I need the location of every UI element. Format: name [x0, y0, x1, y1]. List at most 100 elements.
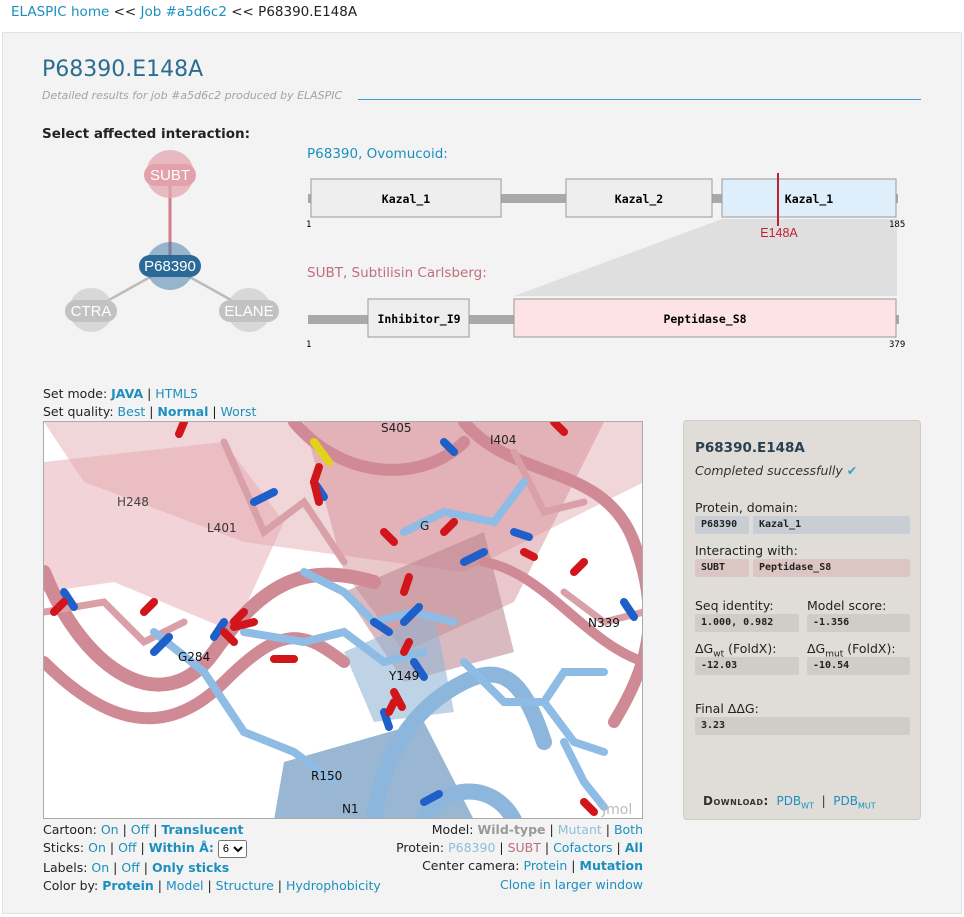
final-ddg-field: 3.23 — [695, 717, 910, 735]
domain-inhibitor-i9[interactable]: Inhibitor_I9 — [367, 298, 470, 338]
protein1-start: 1 — [306, 220, 311, 230]
check-icon: ✔ — [846, 463, 858, 478]
molecule-render: S405 H248 I404 L401 G G284 Y149 N339 R15… — [44, 422, 642, 818]
labels-on[interactable]: On — [91, 860, 109, 875]
download-pdb-mut[interactable]: PDBMUT — [833, 794, 875, 810]
protein-row: Protein: P68390 | SUBT | Cofactors | All — [396, 840, 643, 855]
structure-viewer[interactable]: S405 H248 I404 L401 G G284 Y149 N339 R15… — [43, 421, 643, 819]
residue-label: G284 — [178, 650, 210, 664]
final-ddg-label: Final ΔΔG: — [695, 701, 759, 716]
iw-domain-field: Peptidase_S8 — [753, 559, 910, 577]
node-elane-label: ELANE — [224, 303, 273, 320]
protein1-link[interactable]: P68390 — [307, 146, 358, 162]
domain-kazal2[interactable]: Kazal_2 — [565, 178, 713, 218]
node-p68390-label: P68390 — [144, 258, 196, 275]
download-row: Download: PDBWT | PDBMUT — [703, 794, 876, 811]
breadcrumb-sep: << — [109, 4, 141, 20]
model-mutant[interactable]: Mutant — [558, 822, 602, 837]
clone-row: Clone in larger window — [500, 877, 643, 892]
cartoon-on[interactable]: On — [101, 822, 119, 837]
protein-cofactors[interactable]: Cofactors — [553, 840, 613, 855]
svg-text:Kazal_2: Kazal_2 — [615, 192, 663, 207]
quality-normal[interactable]: Normal — [157, 404, 208, 419]
within-distance-select[interactable]: 6 — [217, 840, 247, 858]
residue-label: S405 — [381, 422, 412, 435]
svg-text:Kazal_1: Kazal_1 — [785, 192, 834, 207]
labels-row: Labels: On | Off | Only sticks — [43, 860, 230, 875]
card-title: P68390.E148A — [695, 440, 805, 456]
protein2-name: , Subtilisin Carlsberg: — [342, 265, 487, 281]
cartoon-translucent[interactable]: Translucent — [161, 822, 243, 837]
protein2-end: 379 — [889, 340, 905, 350]
protein2-title: SUBT, Subtilisin Carlsberg: — [307, 265, 487, 281]
node-ctra-label: CTRA — [71, 303, 112, 320]
download-pdb-wt[interactable]: PDBWT — [776, 794, 814, 810]
breadcrumb-current: P68390.E148A — [258, 4, 358, 20]
protein1-title: P68390, Ovomucoid: — [307, 146, 448, 162]
page-subtitle: Detailed results for job #a5d6c2 produce… — [42, 89, 343, 102]
node-elane[interactable]: ELANE — [219, 288, 279, 332]
job-link[interactable]: Job #a5d6c2 — [141, 4, 227, 20]
protein1-name: , Ovomucoid: — [358, 146, 448, 162]
protein-all[interactable]: All — [625, 840, 643, 855]
model-score-field: -1.356 — [807, 614, 910, 632]
mode-java[interactable]: JAVA — [111, 386, 143, 401]
protein-p68390[interactable]: P68390 — [448, 840, 495, 855]
protein2-link[interactable]: SUBT — [307, 265, 343, 281]
labels-off[interactable]: Off — [121, 860, 139, 875]
protein1-end: 185 — [889, 220, 905, 230]
sticks-off[interactable]: Off — [118, 840, 136, 855]
quality-row: Set quality: Best | Normal | Worst — [43, 404, 257, 419]
sticks-row: Sticks: On | Off | Within Å: 6 — [43, 840, 247, 858]
download-label: Download: — [703, 794, 769, 808]
labels-only-sticks[interactable]: Only sticks — [152, 860, 229, 875]
interacting-label: Interacting with: — [695, 543, 798, 558]
domain-peptidase-s8[interactable]: Peptidase_S8 — [513, 298, 897, 338]
camera-mutation[interactable]: Mutation — [580, 858, 644, 873]
domain-kazal1-b[interactable]: Kazal_1 — [721, 178, 897, 218]
quality-worst[interactable]: Worst — [221, 404, 257, 419]
color-row: Color by: Protein | Model | Structure | … — [43, 878, 381, 893]
pd-protein-field: P68390 — [695, 516, 749, 534]
color-structure[interactable]: Structure — [216, 878, 274, 893]
dg-mut-field: -10.54 — [807, 657, 910, 675]
residue-label: R150 — [311, 769, 342, 783]
residue-label: L401 — [207, 521, 237, 535]
cartoon-off[interactable]: Off — [131, 822, 149, 837]
mode-html5[interactable]: HTML5 — [155, 386, 198, 401]
color-model[interactable]: Model — [166, 878, 204, 893]
title-rule — [358, 99, 921, 100]
camera-protein[interactable]: Protein — [524, 858, 568, 873]
seq-identity-field: 1.000, 0.982 — [695, 614, 799, 632]
results-card: P68390.E148A Completed successfully ✔ Pr… — [683, 420, 921, 820]
breadcrumb: ELASPIC home << Job #a5d6c2 << P68390.E1… — [11, 4, 357, 20]
clone-window-link[interactable]: Clone in larger window — [500, 877, 643, 892]
jmol-watermark: Jmol — [601, 802, 632, 818]
pd-domain-field: Kazal_1 — [753, 516, 910, 534]
cartoon-row: Cartoon: On | Off | Translucent — [43, 822, 244, 837]
sticks-within[interactable]: Within Å: — [149, 840, 214, 855]
node-ctra[interactable]: CTRA — [65, 288, 117, 332]
quality-best[interactable]: Best — [118, 404, 146, 419]
protein-subt[interactable]: SUBT — [508, 840, 541, 855]
sticks-on[interactable]: On — [88, 840, 106, 855]
iw-protein-field: SUBT — [695, 559, 749, 577]
residue-label: I404 — [490, 433, 516, 447]
camera-row: Center camera: Protein | Mutation — [422, 858, 643, 873]
model-wild-type[interactable]: Wild-type — [477, 822, 545, 837]
color-hydrophobicity[interactable]: Hydrophobicity — [286, 878, 381, 893]
node-p68390[interactable]: P68390 — [139, 242, 201, 290]
node-subt[interactable]: SUBT — [144, 150, 196, 198]
interaction-heading: Select affected interaction: — [42, 126, 250, 142]
svg-text:Inhibitor_I9: Inhibitor_I9 — [377, 312, 460, 327]
color-protein[interactable]: Protein — [102, 878, 154, 893]
residue-label: G — [420, 519, 429, 533]
model-both[interactable]: Both — [614, 822, 643, 837]
page-title: P68390.E148A — [42, 57, 204, 82]
svg-text:Kazal_1: Kazal_1 — [382, 192, 431, 207]
home-link[interactable]: ELASPIC home — [11, 4, 109, 20]
residue-label: N1 — [342, 802, 359, 816]
svg-text:Peptidase_S8: Peptidase_S8 — [663, 312, 746, 327]
model-row: Model: Wild-type | Mutant | Both — [431, 822, 643, 837]
domain-kazal1-a[interactable]: Kazal_1 — [310, 178, 502, 218]
